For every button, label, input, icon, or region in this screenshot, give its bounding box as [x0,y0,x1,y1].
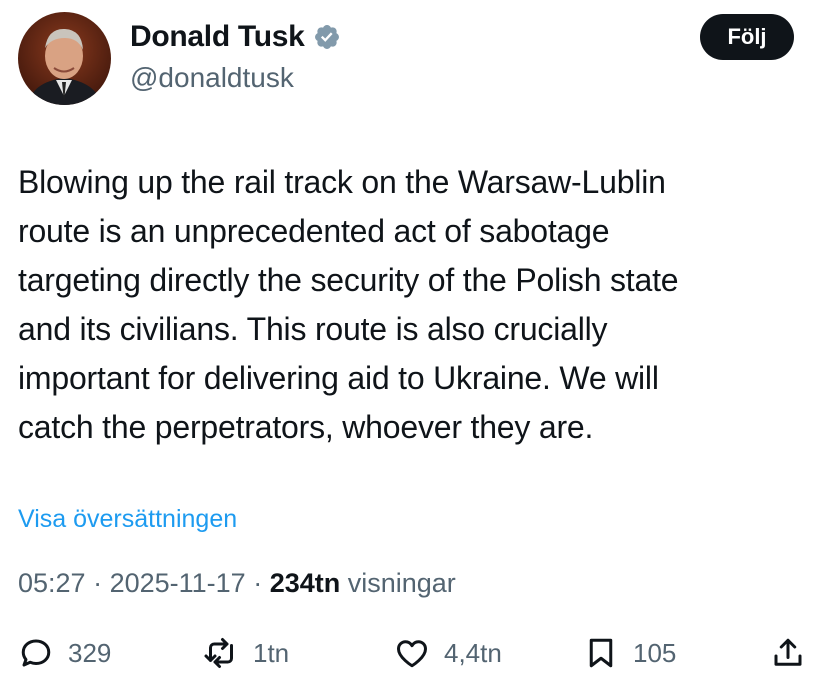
author-handle[interactable]: @donaldtusk [130,60,294,96]
tweet-date[interactable]: 2025-11-17 [110,568,246,598]
translate-link[interactable]: Visa översättningen [18,502,237,536]
heart-icon [397,640,427,668]
avatar-image [18,12,111,105]
follow-button[interactable]: Följ [700,14,794,60]
views-count: 234tn [269,568,341,598]
like-button[interactable]: 4,4tn [394,628,502,678]
reply-button[interactable]: 329 [18,628,111,678]
tweet-line: Blowing up the rail track on the Warsaw-… [18,164,666,200]
meta-separator: · [245,568,270,598]
tweet-time[interactable]: 05:27 [18,568,86,598]
meta-separator: · [85,568,110,598]
tweet-line: targeting directly the security of the P… [18,262,679,298]
tweet-line: important for delivering aid to Ukraine.… [18,360,659,396]
author-name[interactable]: Donald Tusk [130,18,305,56]
repost-count: 1tn [253,637,290,668]
tweet-line: route is an unprecedented act of sabotag… [18,213,610,249]
share-button[interactable] [770,628,806,678]
tweet-line: and its civilians. This route is also cr… [18,311,608,347]
bookmark-button[interactable]: 105 [583,628,676,678]
tweet-line: catch the perpetrators, whoever they are… [18,409,594,445]
avatar[interactable] [18,12,111,105]
reply-count: 329 [68,637,112,668]
tweet-meta: 05:27 · 2025-11-17 · 234tn visningar [18,565,456,601]
tweet-text: Blowing up the rail track on the Warsaw-… [18,158,818,452]
repost-icon [204,638,233,668]
action-bar: 329 1tn 4,4tn 105 [0,628,828,678]
verified-badge-icon [313,23,341,51]
repost-button[interactable]: 1tn [203,628,289,678]
bookmark-count: 105 [633,637,677,668]
author-name-row[interactable]: Donald Tusk [130,18,341,56]
share-icon [774,638,802,666]
bookmark-icon [589,638,613,668]
reply-icon [21,639,51,667]
like-count: 4,4tn [444,637,502,668]
views-label: visningar [340,568,456,598]
